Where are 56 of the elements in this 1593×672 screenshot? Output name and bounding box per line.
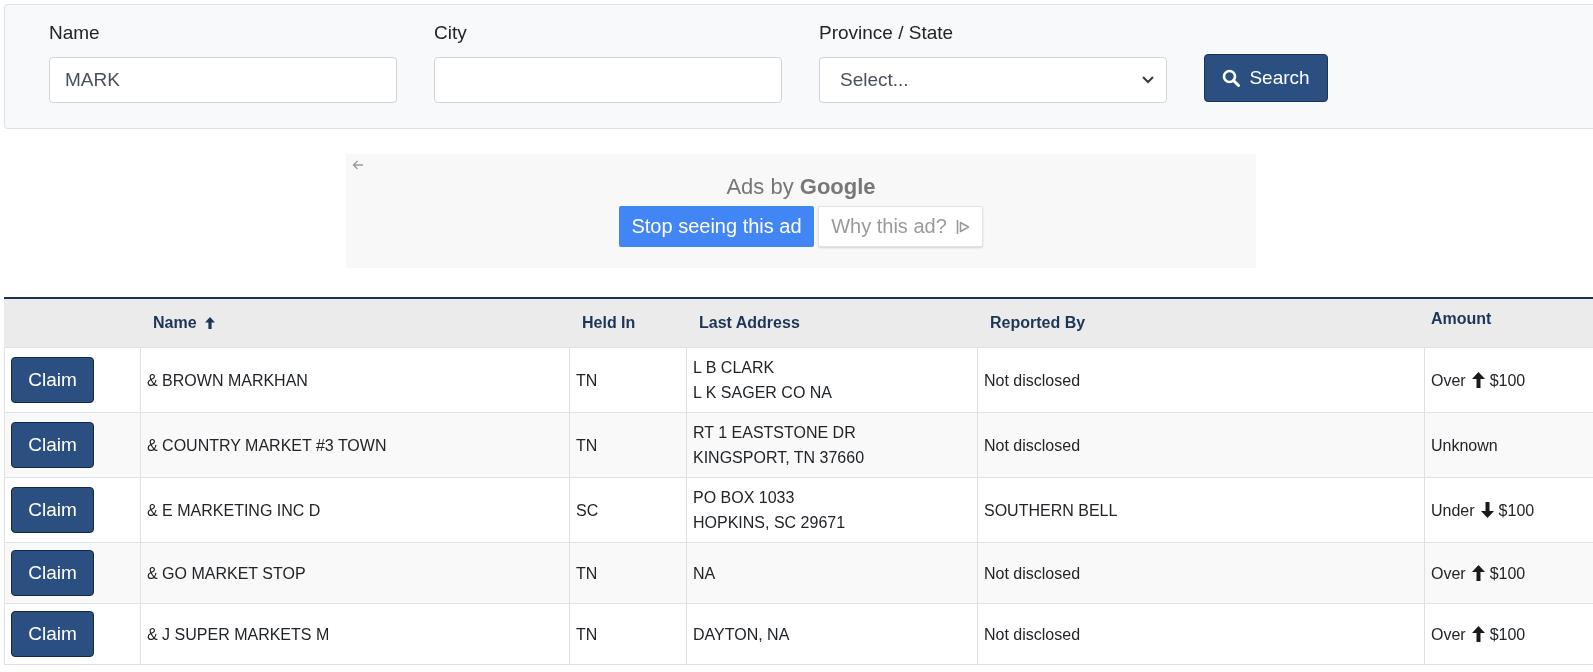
chevron-down-icon — [1142, 76, 1154, 84]
claim-button[interactable]: Claim — [11, 611, 94, 657]
arrow-up-icon — [1471, 565, 1485, 581]
address-cell: NA — [687, 543, 978, 603]
column-header[interactable]: Last Address — [699, 314, 800, 332]
address-cell: RT 1 EASTSTONE DR KINGSPORT, TN 37660 — [687, 413, 978, 477]
reporter-cell: Not disclosed — [978, 413, 1425, 477]
state-cell: TN — [570, 543, 687, 603]
column-header[interactable]: Reported By — [990, 314, 1086, 332]
state-cell: TN — [570, 413, 687, 477]
state-cell: SC — [570, 478, 687, 542]
reporter-cell: Not disclosed — [978, 543, 1425, 603]
amount-label: Unknown — [1431, 435, 1498, 456]
amount-value: $100 — [1489, 563, 1526, 584]
ad-attribution: Ads by Google — [726, 173, 876, 201]
amount-label: Over — [1431, 370, 1466, 391]
arrow-up-icon — [1471, 372, 1485, 388]
claim-button[interactable]: Claim — [11, 422, 94, 468]
column-header[interactable]: Amount — [1431, 310, 1492, 328]
column-header[interactable]: Held In — [582, 314, 636, 332]
name-cell: & BROWN MARKHAN — [141, 348, 570, 412]
name-cell: & COUNTRY MARKET #3 TOWN — [141, 413, 570, 477]
field-label: Province / State — [819, 21, 954, 45]
name-cell: & E MARKETING INC D — [141, 478, 570, 542]
state-cell: TN — [570, 604, 687, 664]
name-cell: & GO MARKET STOP — [141, 543, 570, 603]
search-button[interactable]: Search — [1204, 54, 1328, 102]
search-icon — [1222, 69, 1241, 87]
address-cell: L B CLARK L K SAGER CO NA — [687, 348, 978, 412]
claim-button[interactable]: Claim — [11, 550, 94, 596]
amount-value: $100 — [1498, 500, 1535, 521]
select-dropdown[interactable]: Select... — [819, 57, 1167, 103]
address-cell: DAYTON, NA — [687, 604, 978, 664]
reporter-cell: SOUTHERN BELL — [978, 478, 1425, 542]
field-label: Name — [49, 21, 100, 45]
arrow-down-icon — [1480, 502, 1494, 518]
address-cell: PO BOX 1033 HOPKINS, SC 29671 — [687, 478, 978, 542]
amount-label: Under — [1431, 500, 1475, 521]
name-cell: & J SUPER MARKETS M — [141, 604, 570, 664]
field-label: City — [434, 21, 467, 45]
arrow-up-icon — [1471, 626, 1485, 642]
amount-label: Over — [1431, 563, 1466, 584]
column-header[interactable]: Name — [153, 314, 215, 332]
back-arrow-icon[interactable] — [352, 160, 364, 170]
amount-label: Over — [1431, 624, 1466, 645]
stop-ad-button[interactable]: Stop seeing this ad — [619, 206, 814, 247]
reporter-cell: Not disclosed — [978, 348, 1425, 412]
state-cell: TN — [570, 348, 687, 412]
claim-button[interactable]: Claim — [11, 487, 94, 533]
claim-button[interactable]: Claim — [11, 357, 94, 403]
text-field[interactable] — [434, 57, 782, 103]
triangle-icon — [955, 218, 970, 235]
amount-value: $100 — [1489, 370, 1526, 391]
text-field[interactable]: MARK — [49, 57, 397, 103]
amount-value: $100 — [1489, 624, 1526, 645]
reporter-cell: Not disclosed — [978, 604, 1425, 664]
